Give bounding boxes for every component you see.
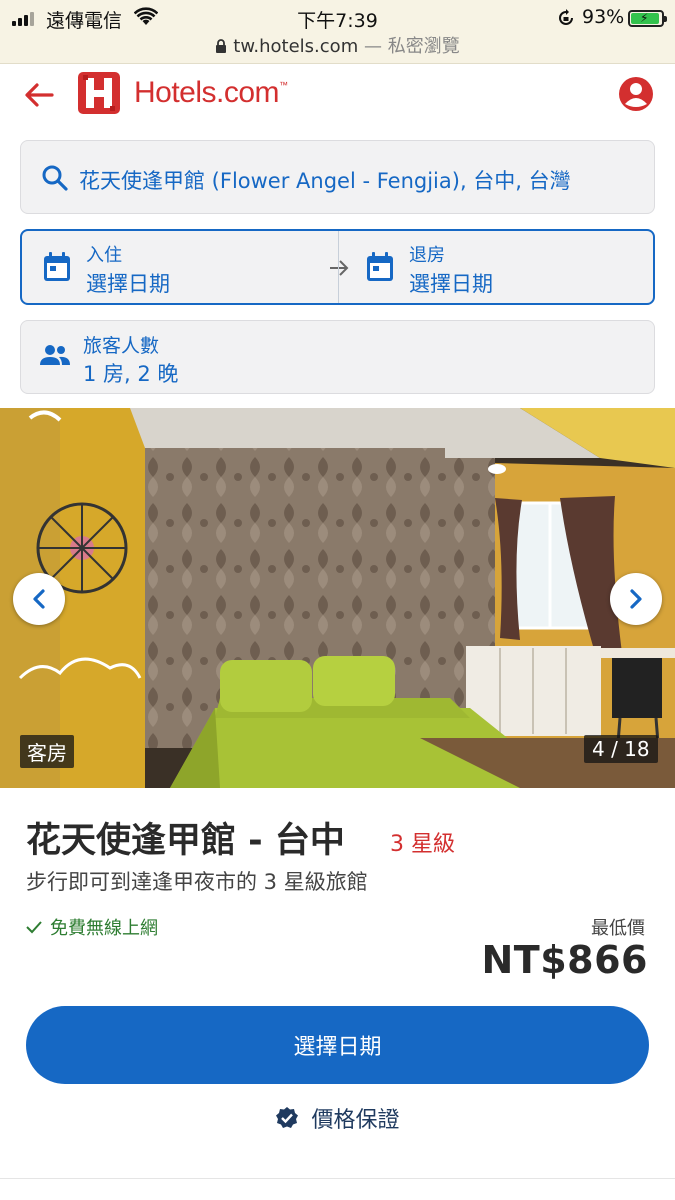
photo-category-tag: 客房: [20, 735, 74, 768]
photo-counter: 4 / 18: [584, 735, 658, 763]
select-dates-button[interactable]: 選擇日期: [26, 1006, 649, 1084]
calendar-icon: [367, 252, 393, 281]
status-bar: 遠傳電信 下午7:39 93% ⚡ tw.hotels.com — 私密瀏覽: [0, 0, 675, 64]
hotel-tagline: 步行即可到達逢甲夜市的 3 星級旅館: [26, 870, 368, 894]
checkout-label: 退房: [409, 245, 445, 266]
amenity-label: 免費無線上網: [50, 918, 158, 939]
back-arrow-icon[interactable]: [22, 78, 56, 112]
private-browsing-label: — 私密瀏覽: [363, 36, 460, 57]
guests-label: 旅客人數: [83, 335, 160, 357]
battery-percent: 93%: [582, 6, 625, 28]
app-header: Hotels.com™: [0, 64, 675, 126]
account-icon[interactable]: [618, 76, 654, 112]
chevron-right-icon: [630, 589, 642, 609]
checkmark-icon: [26, 921, 42, 934]
checkin-field[interactable]: 入住 選擇日期: [22, 231, 338, 303]
checkout-value: 選擇日期: [409, 272, 493, 296]
lock-icon: [216, 39, 227, 53]
hotels-h-icon: [78, 72, 120, 114]
destination-field[interactable]: 花天使逢甲館 (Flower Angel - Fengjia), 台中, 台灣: [20, 140, 655, 214]
star-rating: 3 星級: [390, 832, 455, 857]
battery-icon: ⚡: [628, 10, 667, 27]
divider: [0, 1178, 675, 1179]
hotels-logo[interactable]: Hotels.com™: [78, 72, 288, 114]
price-guarantee[interactable]: 價格保證: [0, 1102, 675, 1134]
search-icon: [42, 165, 68, 191]
guests-field[interactable]: 旅客人數 1 房, 2 晚: [20, 320, 655, 394]
price-guarantee-label: 價格保證: [311, 1108, 400, 1133]
calendar-icon: [44, 252, 70, 281]
verified-badge-icon: [276, 1107, 299, 1128]
room-photo: [0, 408, 675, 788]
amenity-wifi: 免費無線上網: [26, 914, 158, 940]
orientation-lock-icon: [559, 9, 573, 25]
checkin-label: 入住: [86, 245, 122, 266]
guests-value: 1 房, 2 晚: [83, 362, 179, 386]
hotel-name: 花天使逢甲館 - 台中: [26, 821, 345, 861]
date-picker[interactable]: 入住 選擇日期 退房 選擇日期: [20, 229, 655, 305]
checkout-field[interactable]: 退房 選擇日期: [338, 231, 653, 303]
previous-photo-button[interactable]: [13, 573, 65, 625]
next-photo-button[interactable]: [610, 573, 662, 625]
checkin-value: 選擇日期: [86, 272, 170, 296]
price: NT$866: [481, 938, 648, 982]
url-bar[interactable]: tw.hotels.com — 私密瀏覽: [0, 32, 675, 58]
chevron-left-icon: [33, 589, 45, 609]
url-text: tw.hotels.com: [233, 36, 359, 57]
photo-carousel[interactable]: 客房 4 / 18: [0, 408, 675, 788]
logo-wordmark: Hotels.com™: [134, 76, 288, 109]
lowest-price-label: 最低價: [591, 918, 645, 939]
people-icon: [40, 345, 70, 365]
destination-value: 花天使逢甲館 (Flower Angel - Fengjia), 台中, 台灣: [79, 169, 571, 193]
